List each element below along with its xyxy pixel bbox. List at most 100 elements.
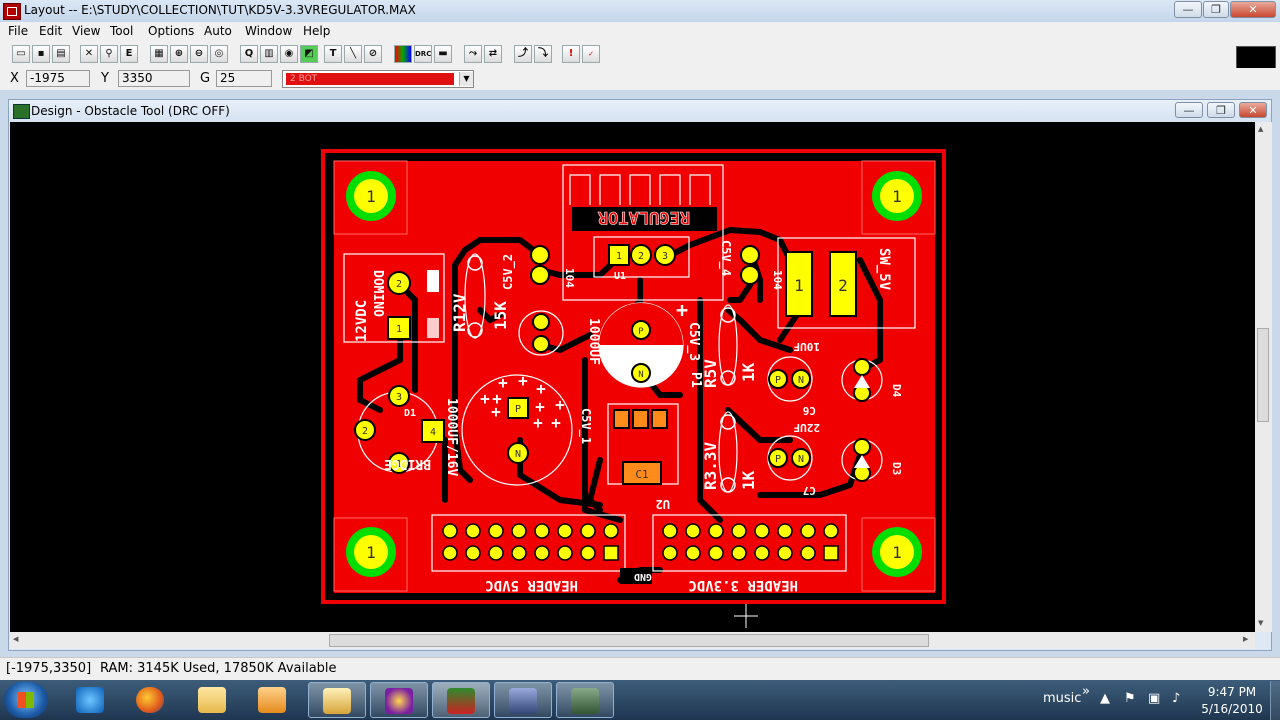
pad-c7-n: N [798,454,804,465]
design-minimize-button[interactable]: — [1175,102,1203,118]
taskbar-ie[interactable] [62,682,120,718]
clock[interactable]: 9:47 PM 5/16/2010 [1196,684,1268,718]
taskbar-explorer[interactable] [184,682,242,718]
taskbar-firefox[interactable] [122,682,180,718]
design-close-button[interactable]: ✕ [1239,102,1267,118]
shove-icon[interactable]: ⇄ [484,45,502,63]
horizontal-scrollbar[interactable]: ◀ ▶ [10,632,1255,649]
label-c6: C6 [802,404,816,417]
yahoo-messenger-icon [385,688,413,714]
title-bar: Layout -- E:\STUDY\COLLECTION\TUT\KD5V-3… [0,0,1280,23]
layer-select[interactable]: 2 BOT ▼ [282,70,474,88]
taskbar-capture[interactable] [494,682,552,718]
print-icon[interactable]: ▤ [52,45,70,63]
open-icon[interactable]: ▭ [12,45,30,63]
zoom-in-icon[interactable]: ⊕ [170,45,188,63]
menu-edit[interactable]: Edit [39,24,62,38]
label-header-5vdc: HEADER 5VDC [485,577,578,593]
power-jack-pad-2 [427,318,439,338]
label-header-33vdc: HEADER 3.3VDC [688,577,798,593]
vertical-scroll-thumb[interactable] [1257,328,1269,422]
taskbar-folder[interactable] [308,682,366,718]
drc-check-icon[interactable]: ✓ [582,45,600,63]
status-coordinates: [-1975,3350] [6,661,92,676]
zoom-all-icon[interactable]: ◎ [210,45,228,63]
label-1k-b: 1K [739,470,758,490]
grid-field[interactable]: 25 [216,70,272,87]
label-c5v1: C5V_1 [578,408,593,444]
firefox-icon [136,687,164,713]
menu-options[interactable]: Options [148,24,194,38]
pcb-canvas[interactable]: 1 1 1 1 REGULATOR P N + 1 2 3 2 1 3 2 4 … [10,122,1255,632]
app-icon[interactable] [3,3,21,20]
label-c5v3: C5V_3 [686,322,701,361]
menu-tool[interactable]: Tool [110,24,133,38]
reconnect-icon[interactable]: ▬ [434,45,452,63]
scroll-right-icon[interactable]: ▶ [1243,635,1248,643]
tray-expand-icon[interactable]: » [1082,684,1090,699]
route-icon[interactable]: ⤳ [464,45,482,63]
scroll-left-icon[interactable]: ◀ [13,635,18,643]
design-title-bar: Design - Obstacle Tool (DRC OFF) — ❐ ✕ [9,100,1271,122]
volume-icon[interactable]: ♪ [1172,691,1180,706]
tray-label[interactable]: music [1043,691,1081,706]
component-icon[interactable]: ▥ [260,45,278,63]
pad-domino-1: 1 [396,324,402,335]
label-bridge: BRIDGE [384,456,431,471]
online-drc-icon[interactable]: ! [562,45,580,63]
menu-file[interactable]: File [8,24,28,38]
show-hidden-icons-icon[interactable]: ▲ [1100,691,1110,706]
edit-icon[interactable]: E [120,45,138,63]
color-icon[interactable] [394,45,412,63]
close-button[interactable]: ✕ [1230,1,1276,18]
autoroute-icon[interactable]: ⤴ [514,45,532,63]
pin-icon[interactable]: ◉ [280,45,298,63]
coordinate-bar [0,68,1280,90]
chevron-down-icon[interactable]: ▼ [459,72,473,86]
status-ram: RAM: 3145K Used, 17850K Available [100,661,337,676]
delete-icon[interactable]: ✕ [80,45,98,63]
start-button[interactable] [4,682,48,718]
taskbar-other[interactable] [556,682,614,718]
y-label: Y [101,71,109,86]
show-desktop-button[interactable] [1270,681,1280,720]
pad-bridge-2: 2 [362,426,368,437]
scroll-down-icon[interactable]: ▼ [1258,619,1263,627]
label-15k: 15K [491,301,510,330]
network-icon[interactable]: ▣ [1148,691,1160,706]
regulator-label: REGULATOR [597,207,690,227]
windows-logo-icon [18,692,34,708]
manual-route-icon[interactable]: ⤵ [534,45,552,63]
vertical-scrollbar[interactable]: ▲ ▼ [1255,122,1272,632]
text-icon[interactable]: T [324,45,342,63]
pad-domino-2: 2 [396,279,402,290]
layout-app-icon [447,688,475,714]
minimize-button[interactable]: — [1174,1,1202,18]
scroll-up-icon[interactable]: ▲ [1258,125,1263,133]
menu-help[interactable]: Help [303,24,330,38]
taskbar-media[interactable] [244,682,302,718]
maximize-button[interactable]: ❐ [1203,1,1229,18]
query-icon[interactable]: Q [240,45,258,63]
power-jack-pad [427,270,439,292]
spreadsheet-icon[interactable]: ▦ [150,45,168,63]
folder-icon-2 [323,688,351,714]
x-coordinate-field[interactable]: -1975 [26,70,90,87]
flag-icon[interactable]: ⚑ [1124,691,1136,706]
error-icon[interactable]: ⊘ [364,45,382,63]
hole-label-4: 1 [892,543,902,562]
zoom-out-icon[interactable]: ⊖ [190,45,208,63]
menu-window[interactable]: Window [245,24,292,38]
menu-view[interactable]: View [72,24,100,38]
save-icon[interactable]: ▪ [32,45,50,63]
menu-auto[interactable]: Auto [204,24,232,38]
connection-icon[interactable]: ╲ [344,45,362,63]
drc-icon[interactable]: DRC [414,45,432,63]
find-icon[interactable]: ⚲ [100,45,118,63]
horizontal-scroll-thumb[interactable] [329,634,929,647]
design-restore-button[interactable]: ❐ [1207,102,1235,118]
obstacle-icon[interactable]: ◩ [300,45,318,63]
taskbar-yahoo[interactable] [370,682,428,718]
y-coordinate-field[interactable]: 3350 [118,70,190,87]
taskbar-layout[interactable] [432,682,490,718]
